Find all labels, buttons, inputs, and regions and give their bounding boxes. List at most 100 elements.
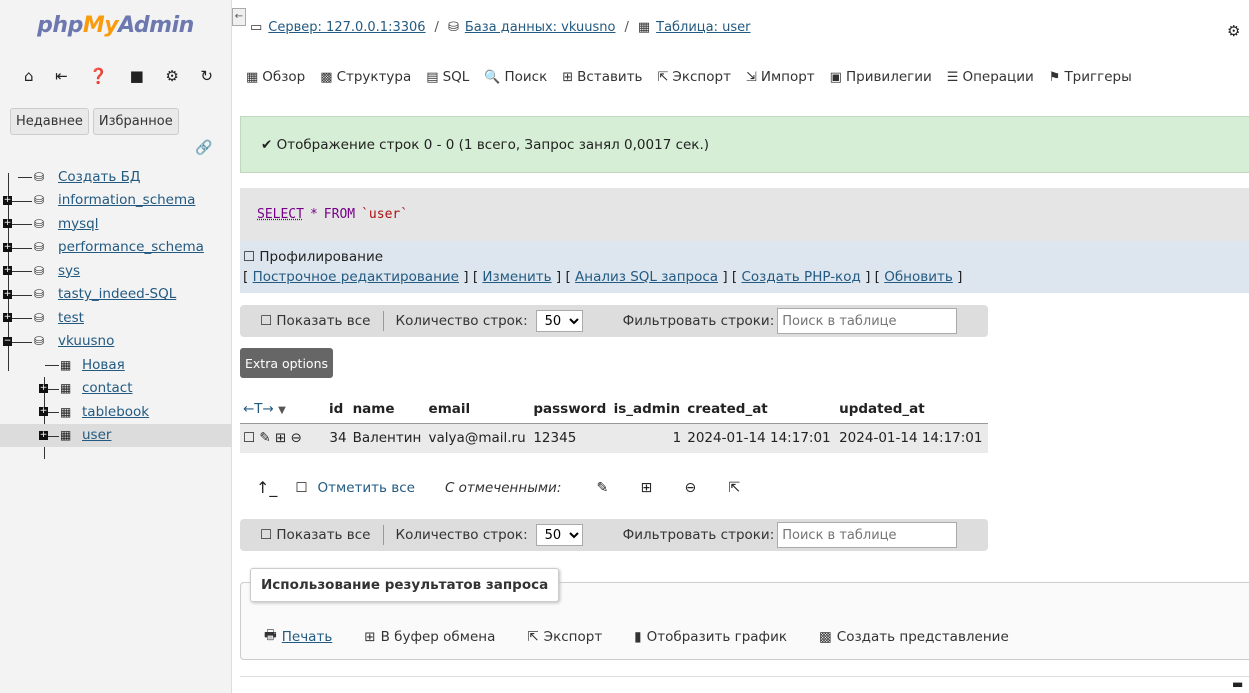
expand-icon[interactable]: + — [3, 242, 12, 252]
tab-browse[interactable]: ▦ Обзор — [246, 69, 305, 85]
profiling-checkbox[interactable]: ☐ — [243, 249, 255, 265]
expand-icon[interactable]: + — [3, 289, 12, 299]
home-icon[interactable]: ⌂ — [24, 67, 34, 85]
tree-db-link[interactable]: tasty_indeed-SQL — [58, 286, 176, 302]
filter-rows-input[interactable] — [777, 522, 958, 548]
docs-icon[interactable]: ■ — [130, 67, 144, 85]
reload-icon[interactable]: ↻ — [200, 67, 213, 85]
tree-db-link[interactable]: performance_schema — [58, 239, 204, 255]
tree-item-table[interactable]: + ▦ contact — [0, 377, 232, 401]
settings-icon[interactable]: ⚙ — [165, 67, 178, 85]
column-resize-icon[interactable]: ←T→ ▼ — [240, 396, 326, 423]
expand-icon[interactable]: + — [39, 407, 48, 416]
tab-insert[interactable]: ⊞ Вставить — [562, 69, 642, 85]
tree-item-db[interactable]: + ⛁ tasty_indeed-SQL — [0, 283, 232, 307]
column-header[interactable]: name — [350, 396, 426, 423]
edit-icon[interactable]: ✎ — [259, 430, 270, 446]
tree-db-link[interactable]: test — [58, 310, 84, 326]
copy-icon[interactable]: ⊞ — [275, 430, 286, 446]
expand-icon[interactable]: + — [3, 313, 12, 322]
tree-db-link[interactable]: mysql — [58, 216, 99, 232]
expand-icon[interactable]: + — [39, 430, 48, 440]
tree-table-link[interactable]: contact — [82, 380, 133, 396]
collapse-panel-button[interactable]: ← — [232, 8, 246, 26]
tree-item-db[interactable]: + ⛁ sys — [0, 259, 232, 283]
show-all-checkbox[interactable]: ☐ — [260, 527, 276, 543]
column-header[interactable]: email — [426, 396, 531, 423]
phpmyadmin-logo[interactable]: php My Admin — [0, 0, 231, 50]
print-action[interactable]: 🖶 Печать — [264, 625, 332, 648]
favorites-tab[interactable]: Избранное — [92, 108, 179, 135]
expand-icon[interactable]: + — [3, 266, 12, 275]
inline-edit-link[interactable]: Построчное редактирование — [253, 269, 459, 285]
column-header[interactable]: password — [530, 396, 610, 423]
tab-operations[interactable]: ☰ Операции — [947, 69, 1034, 85]
tree-db-link[interactable]: sys — [58, 263, 80, 279]
expand-icon[interactable]: + — [3, 219, 12, 228]
recent-tab[interactable]: Недавнее — [10, 108, 89, 135]
logout-icon[interactable]: ⇤ — [55, 67, 68, 85]
tree-db-link[interactable]: information_schema — [58, 192, 195, 208]
copy-icon[interactable]: ⊞ — [629, 480, 663, 496]
settings-icon[interactable]: ⚙ — [1227, 22, 1240, 40]
tree-db-link[interactable]: vkuusno — [58, 333, 114, 349]
refresh-link[interactable]: Обновить — [884, 269, 953, 285]
tree-item-db[interactable]: + ⛁ test — [0, 306, 232, 330]
breadcrumb-database[interactable]: База данных: vkuusno — [465, 20, 616, 35]
export-action[interactable]: ⇱ Экспорт — [527, 625, 602, 648]
export-icon[interactable]: ⇱ — [717, 480, 751, 496]
help-icon[interactable]: ❓ — [89, 67, 108, 85]
console-icon[interactable]: ▬ — [1232, 677, 1243, 691]
breadcrumb-server[interactable]: Сервер: 127.0.0.1:3306 — [268, 20, 425, 35]
tree-table-link[interactable]: tablebook — [82, 404, 149, 420]
tree-item-create-db[interactable]: ⛁ Создать БД — [0, 165, 232, 189]
edit-icon[interactable]: ✎ — [585, 480, 619, 496]
create-view-action[interactable]: ▩ Создать представление — [819, 625, 1009, 648]
tab-export[interactable]: ⇱ Экспорт — [658, 69, 731, 85]
show-all-checkbox[interactable]: ☐ — [260, 313, 276, 329]
link-icon[interactable]: 🔗 — [195, 140, 212, 156]
tree-item-db[interactable]: + ⛁ performance_schema — [0, 236, 232, 260]
delete-icon[interactable]: ⊖ — [673, 480, 707, 496]
tree-create-db-link[interactable]: Создать БД — [58, 169, 140, 185]
display-chart-action[interactable]: ▮ Отобразить график — [634, 625, 787, 648]
column-header[interactable]: id — [326, 396, 350, 423]
check-all-checkbox[interactable]: ☐ — [295, 480, 307, 496]
filter-rows-input[interactable] — [777, 308, 958, 334]
expand-icon[interactable]: + — [39, 383, 48, 393]
check-all-link[interactable]: Отметить все — [318, 480, 415, 496]
rows-count-select[interactable]: 50 — [535, 524, 583, 546]
tree-item-table[interactable]: + ▦ tablebook — [0, 400, 232, 424]
tab-search[interactable]: 🔍 Поиск — [484, 69, 547, 85]
collapse-icon[interactable]: − — [3, 336, 12, 346]
tab-sql[interactable]: ▤ SQL — [426, 69, 469, 85]
explain-sql-link[interactable]: Анализ SQL запроса — [575, 269, 718, 285]
rows-count-select[interactable]: 50 — [535, 310, 583, 332]
column-header[interactable]: created_at — [684, 396, 836, 423]
tree-item-db[interactable]: + ⛁ mysql — [0, 212, 232, 236]
tree-item-db[interactable]: + ⛁ information_schema — [0, 189, 232, 213]
tab-import[interactable]: ⇲ Импорт — [746, 69, 815, 85]
column-header[interactable]: updated_at — [836, 396, 988, 423]
tree-item-table-selected[interactable]: + ▦ user — [0, 423, 232, 447]
edit-link[interactable]: Изменить — [482, 269, 551, 285]
extra-options-button[interactable]: Extra options — [240, 348, 334, 378]
column-header[interactable]: is_admin — [611, 396, 685, 423]
tab-privileges[interactable]: ▣ Привилегии — [830, 69, 932, 85]
tree-item-db-vkuusno[interactable]: − ⛁ vkuusno — [0, 330, 232, 354]
create-php-code-link[interactable]: Создать PHP-код — [741, 269, 860, 285]
tree-table-link[interactable]: user — [82, 427, 111, 443]
breadcrumb-table[interactable]: Таблица: user — [656, 20, 750, 35]
tab-triggers[interactable]: ⚑ Триггеры — [1049, 69, 1132, 85]
sort-icon[interactable]: ▼ — [278, 405, 286, 416]
tree-new-table-link[interactable]: Новая — [82, 357, 125, 373]
cell-password: 12345 — [530, 423, 611, 453]
row-checkbox[interactable]: ☐ — [243, 430, 255, 446]
tab-structure[interactable]: ▩ Структура — [320, 69, 411, 85]
sql-query-box[interactable]: SELECT * FROM `user` — [240, 188, 1249, 241]
tree-item-new-table[interactable]: ▦ Новая — [0, 353, 232, 377]
copy-to-clipboard-action[interactable]: ⊞ В буфер обмена — [364, 625, 495, 648]
expand-icon[interactable]: + — [3, 195, 12, 205]
delete-icon[interactable]: ⊖ — [291, 430, 302, 446]
profiling-option[interactable]: ☐ Профилирование — [243, 247, 1246, 267]
